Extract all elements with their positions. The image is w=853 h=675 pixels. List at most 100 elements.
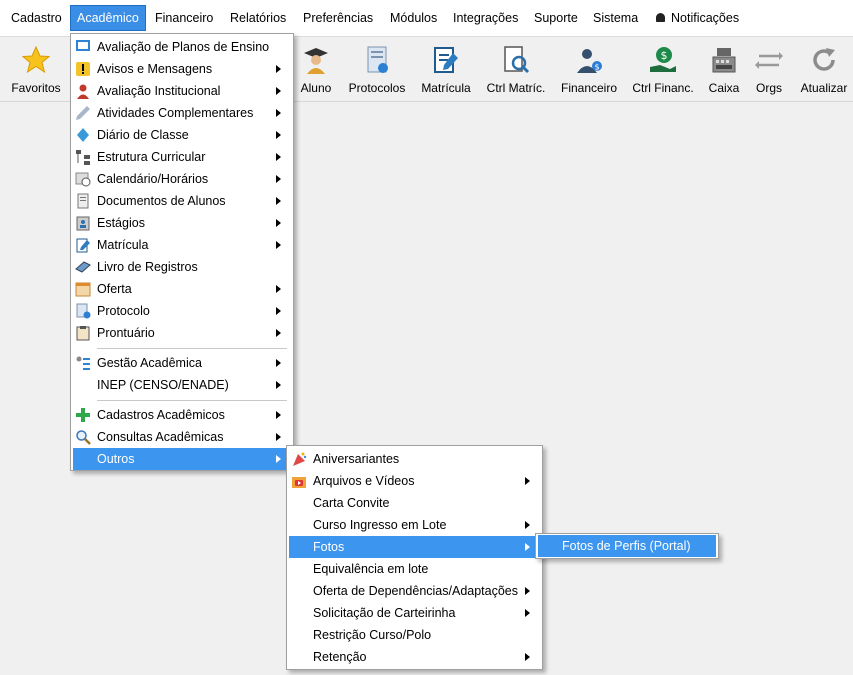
toolbar-ctrl-matric[interactable]: Ctrl Matríc. — [484, 43, 548, 97]
menu-relatorios[interactable]: Relatórios — [224, 6, 292, 30]
search-document-icon — [501, 45, 531, 75]
protocol-icon — [75, 303, 91, 319]
submenu-arrow-icon — [276, 87, 281, 95]
cash-register-icon — [709, 45, 739, 75]
calendar-clock-icon — [75, 171, 91, 187]
submenu-arrow-icon — [276, 197, 281, 205]
fotos-menu: Fotos de Perfis (Portal) — [535, 533, 719, 559]
edit-document-icon — [75, 237, 91, 253]
star-icon — [21, 45, 51, 75]
finance-person-icon: $ — [574, 45, 604, 75]
video-folder-icon — [291, 473, 307, 489]
submenu-arrow-icon — [276, 307, 281, 315]
money-hand-icon: $ — [648, 45, 678, 75]
submenu-arrow-icon — [525, 653, 530, 661]
notificacoes-label: Notificações — [671, 11, 740, 25]
toolbar-orgs[interactable]: Orgs — [752, 43, 786, 97]
menu-item-retencao[interactable]: Retenção — [289, 646, 540, 668]
menu-item-oferta-dependencias[interactable]: Oferta de Dependências/Adaptações — [289, 580, 540, 602]
menu-item-inep[interactable]: INEP (CENSO/ENADE) — [73, 374, 291, 396]
person-icon — [75, 83, 91, 99]
menu-item-equivalencia[interactable]: Equivalência em lote — [289, 558, 540, 580]
menu-bar: Cadastro Acadêmico Financeiro Relatórios… — [0, 0, 853, 37]
toolbar-favoritos[interactable]: Favoritos — [6, 43, 66, 97]
menu-item-fotos-perfis[interactable]: Fotos de Perfis (Portal) — [538, 535, 716, 557]
submenu-arrow-icon — [276, 109, 281, 117]
pencil-icon — [75, 105, 91, 121]
swap-arrows-icon — [754, 45, 784, 75]
menu-item-carteirinha[interactable]: Solicitação de Carteirinha — [289, 602, 540, 624]
diamond-icon — [75, 127, 91, 143]
menu-financeiro[interactable]: Financeiro — [149, 6, 219, 30]
toolbar-matricula[interactable]: Matrícula — [418, 43, 474, 97]
menu-item-arquivos-videos[interactable]: Arquivos e Vídeos — [289, 470, 540, 492]
submenu-arrow-icon — [525, 609, 530, 617]
menu-item-avaliacao-institucional[interactable]: Avaliação Institucional — [73, 80, 291, 102]
toolbar-financeiro[interactable]: $ Financeiro — [558, 43, 620, 97]
menu-item-avaliacao-planos[interactable]: Avaliação de Planos de Ensino — [73, 36, 291, 58]
menu-item-atividades[interactable]: Atividades Complementares — [73, 102, 291, 124]
menu-suporte[interactable]: Suporte — [528, 6, 584, 30]
menu-item-avisos[interactable]: Avisos e Mensagens — [73, 58, 291, 80]
document-icon — [75, 193, 91, 209]
svg-text:$: $ — [595, 63, 600, 72]
menu-item-calendario[interactable]: Calendário/Horários — [73, 168, 291, 190]
menu-item-documentos[interactable]: Documentos de Alunos — [73, 190, 291, 212]
submenu-arrow-icon — [525, 543, 530, 551]
menu-item-prontuario[interactable]: Prontuário — [73, 322, 291, 344]
menu-item-oferta[interactable]: Oferta — [73, 278, 291, 300]
submenu-arrow-icon — [276, 153, 281, 161]
menu-item-carta-convite[interactable]: Carta Convite — [289, 492, 540, 514]
submenu-arrow-icon — [525, 587, 530, 595]
menu-sistema[interactable]: Sistema — [587, 6, 644, 30]
menu-academico[interactable]: Acadêmico — [70, 5, 146, 31]
menu-modulos[interactable]: Módulos — [384, 6, 443, 30]
submenu-arrow-icon — [276, 131, 281, 139]
toolbar-atualizar[interactable]: Atualizar — [798, 43, 850, 97]
menu-item-gestao[interactable]: Gestão Acadêmica — [73, 352, 291, 374]
submenu-arrow-icon — [525, 477, 530, 485]
menu-item-estagios[interactable]: Estágios — [73, 212, 291, 234]
submenu-arrow-icon — [276, 329, 281, 337]
menu-preferencias[interactable]: Preferências — [297, 6, 379, 30]
menu-notificacoes[interactable]: Notificações — [650, 6, 745, 30]
toolbar-protocolos[interactable]: Protocolos — [346, 43, 408, 97]
toolbar-aluno[interactable]: Aluno — [294, 43, 338, 97]
warning-icon — [75, 61, 91, 77]
menu-item-estrutura[interactable]: Estrutura Curricular — [73, 146, 291, 168]
submenu-arrow-icon — [276, 381, 281, 389]
menu-item-livro[interactable]: Livro de Registros — [73, 256, 291, 278]
menu-item-fotos[interactable]: Fotos — [289, 536, 540, 558]
submenu-arrow-icon — [276, 241, 281, 249]
toolbar-ctrl-financ[interactable]: $ Ctrl Financ. — [630, 43, 696, 97]
academico-menu: Avaliação de Planos de Ensino Avisos e M… — [70, 33, 294, 471]
book-icon — [75, 259, 91, 275]
submenu-arrow-icon — [276, 175, 281, 183]
menu-item-outros[interactable]: Outros — [73, 448, 291, 470]
menu-separator — [97, 400, 287, 401]
submenu-arrow-icon — [276, 219, 281, 227]
bell-icon — [656, 13, 665, 22]
menu-item-diario[interactable]: Diário de Classe — [73, 124, 291, 146]
menu-item-consultas[interactable]: Consultas Acadêmicas — [73, 426, 291, 448]
submenu-arrow-icon — [276, 65, 281, 73]
outros-menu: Aniversariantes Arquivos e Vídeos Carta … — [286, 445, 543, 670]
toolbar-caixa[interactable]: Caixa — [704, 43, 744, 97]
hierarchy-icon — [75, 355, 91, 371]
menu-item-aniversariantes[interactable]: Aniversariantes — [289, 448, 540, 470]
menu-integracoes[interactable]: Integrações — [447, 6, 524, 30]
student-icon — [301, 45, 331, 75]
menu-cadastro[interactable]: Cadastro — [5, 6, 68, 30]
refresh-icon — [809, 45, 839, 75]
plus-icon — [75, 407, 91, 423]
calendar-icon — [75, 281, 91, 297]
menu-item-restricao[interactable]: Restrição Curso/Polo — [289, 624, 540, 646]
tree-icon — [75, 149, 91, 165]
menu-item-curso-ingresso[interactable]: Curso Ingresso em Lote — [289, 514, 540, 536]
menu-item-protocolo[interactable]: Protocolo — [73, 300, 291, 322]
menu-item-cadastros[interactable]: Cadastros Acadêmicos — [73, 404, 291, 426]
menu-item-matricula[interactable]: Matrícula — [73, 234, 291, 256]
submenu-arrow-icon — [276, 285, 281, 293]
submenu-arrow-icon — [276, 433, 281, 441]
protocol-icon — [362, 45, 392, 75]
